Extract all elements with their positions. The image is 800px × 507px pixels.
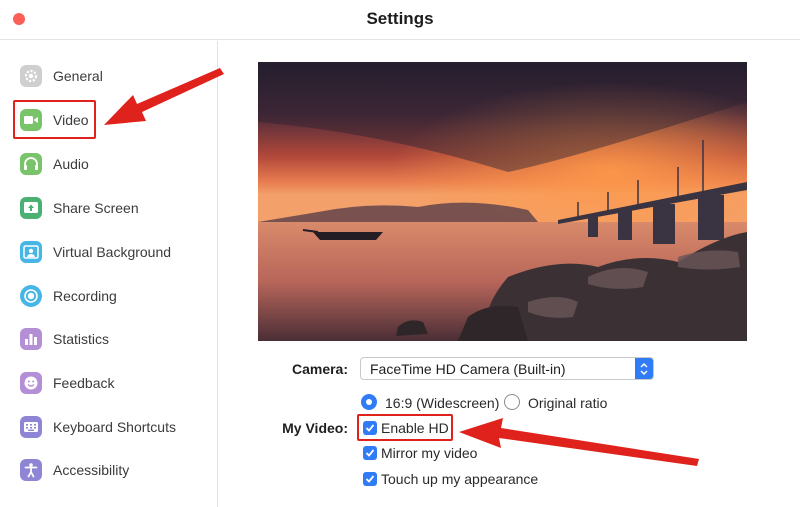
accessibility-icon	[20, 459, 42, 481]
person-icon	[20, 241, 42, 263]
sidebar-item-virtual-background[interactable]: Virtual Background	[20, 237, 171, 267]
radio-original-ratio-label: Original ratio	[528, 395, 608, 411]
bar-chart-icon	[20, 328, 42, 350]
gear-icon	[20, 65, 42, 87]
annotation-highlight-enable-hd	[357, 414, 453, 441]
sidebar-item-feedback[interactable]: Feedback	[20, 368, 114, 398]
mirror-video-checkbox[interactable]	[363, 446, 377, 460]
headphones-icon	[20, 153, 42, 175]
sidebar-item-statistics[interactable]: Statistics	[20, 324, 109, 354]
sidebar-item-recording[interactable]: Recording	[20, 281, 117, 311]
sidebar-item-label: Statistics	[53, 331, 110, 347]
radio-original-ratio[interactable]	[504, 394, 520, 410]
sidebar-item-label: Virtual Background	[53, 244, 172, 260]
touch-up-label: Touch up my appearance	[381, 471, 539, 487]
video-preview-image	[258, 62, 747, 341]
sidebar-item-label: Share Screen	[53, 200, 139, 216]
sidebar-item-accessibility[interactable]: Accessibility	[20, 455, 129, 485]
sidebar-item-share-screen[interactable]: Share Screen	[20, 193, 139, 223]
sidebar-item-general[interactable]: General	[20, 61, 103, 91]
sidebar-item-label: Feedback	[53, 375, 115, 391]
video-preview	[258, 62, 747, 341]
title-bar: Settings	[0, 0, 800, 40]
sidebar-item-keyboard-shortcuts[interactable]: Keyboard Shortcuts	[20, 412, 176, 442]
camera-select-value: FaceTime HD Camera (Built-in)	[370, 360, 566, 377]
chevron-updown-icon	[635, 358, 653, 379]
sidebar-item-label: Accessibility	[53, 462, 130, 478]
touch-up-checkbox[interactable]	[363, 472, 377, 486]
sidebar-item-label: Keyboard Shortcuts	[53, 419, 176, 435]
sidebar-item-label: General	[53, 68, 103, 84]
annotation-highlight-video	[13, 100, 96, 139]
camera-label: Camera:	[291, 361, 348, 377]
my-video-label: My Video:	[282, 420, 348, 436]
radio-widescreen-label: 16:9 (Widescreen)	[385, 395, 500, 411]
keyboard-icon	[20, 416, 42, 438]
record-icon	[20, 285, 42, 307]
sidebar-item-label: Audio	[53, 156, 89, 172]
smiley-icon	[20, 372, 42, 394]
annotation-arrow-video	[104, 68, 224, 125]
camera-select[interactable]: FaceTime HD Camera (Built-in)	[360, 357, 654, 380]
annotation-arrow-enable-hd	[459, 418, 699, 466]
sidebar-item-label: Recording	[53, 288, 117, 304]
share-screen-icon	[20, 197, 42, 219]
sidebar-item-audio[interactable]: Audio	[20, 149, 89, 179]
radio-widescreen[interactable]	[361, 394, 377, 410]
window-title: Settings	[366, 9, 434, 28]
